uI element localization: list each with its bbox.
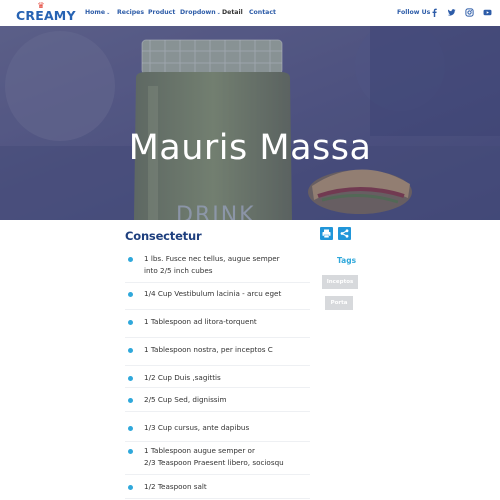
twitter-icon[interactable] xyxy=(447,8,456,17)
tag-inceptos[interactable]: Inceptos xyxy=(322,275,358,289)
ingredient-text: 1/3 Cup cursus, ante dapibus xyxy=(144,423,250,432)
print-button[interactable] xyxy=(320,227,333,240)
hero-title: Mauris Massa xyxy=(128,128,372,168)
hero-background-image: DRINK xyxy=(0,26,500,220)
nav-item-contact[interactable]: Contact xyxy=(249,9,276,16)
share-icon xyxy=(340,229,349,238)
ingredient-text: 1 lbs. Fusce nec tellus, augue semper in… xyxy=(144,254,280,275)
nav-item-label: Recipes xyxy=(117,9,145,16)
ingredient-text: 1 Tablespoon ad litora-torquent xyxy=(144,317,257,326)
ingredient-text: 2/5 Cup Sed, dignissim xyxy=(144,395,227,404)
nav-item-label: Dropdown xyxy=(180,9,216,16)
nav-item-label: Contact xyxy=(249,9,276,16)
ingredient-text: 1 Tablespoon augue semper or 2/3 Teaspoo… xyxy=(144,446,284,467)
bullet-icon xyxy=(128,348,133,353)
list-item: 1 lbs. Fusce nec tellus, augue semper in… xyxy=(125,250,310,283)
bullet-icon xyxy=(128,376,133,381)
share-button[interactable] xyxy=(338,227,351,240)
tags-heading: Tags xyxy=(337,256,357,265)
bullet-icon xyxy=(128,449,133,454)
nav-item-product[interactable]: Product xyxy=(148,9,175,16)
hero-banner: DRINK Mauris Massa xyxy=(0,26,500,220)
instagram-icon[interactable] xyxy=(465,8,474,17)
bullet-icon xyxy=(128,426,133,431)
facebook-icon[interactable] xyxy=(430,8,439,17)
nav-item-label: Detail xyxy=(222,9,243,16)
nav-item-home[interactable]: Home⌄ xyxy=(85,9,110,16)
chevron-down-icon: ⌄ xyxy=(216,10,221,16)
list-item: 2/5 Cup Sed, dignissim xyxy=(125,391,310,412)
list-item: 1 Tablespoon ad litora-torquent xyxy=(125,313,310,338)
youtube-icon[interactable] xyxy=(483,8,492,17)
nav-item-label: Product xyxy=(148,9,176,16)
list-item: 1 Tablespoon nostra, per inceptos C xyxy=(125,341,310,366)
brand-name: CREAMY xyxy=(16,8,76,23)
follow-us-label: Follow Us xyxy=(397,9,431,16)
bullet-icon xyxy=(128,485,133,490)
list-item: 1/2 Cup Duis ,sagittis xyxy=(125,369,310,388)
nav-item-label: Home xyxy=(85,9,106,16)
tag-porta[interactable]: Porta xyxy=(325,296,353,310)
site-header: ♛ CREAMY Home⌄ Recipes Product Dropdown⌄… xyxy=(0,0,500,26)
bullet-icon xyxy=(128,257,133,262)
chevron-down-icon: ⌄ xyxy=(106,10,111,16)
list-item: 1 Tablespoon augue semper or 2/3 Teaspoo… xyxy=(125,442,310,475)
list-item: 1/2 Teaspoon salt xyxy=(125,478,310,499)
list-item: 1/3 Cup cursus, ante dapibus xyxy=(125,419,310,442)
nav-item-recipes[interactable]: Recipes xyxy=(117,9,144,16)
bullet-icon xyxy=(128,292,133,297)
print-icon xyxy=(322,229,331,239)
ingredient-text: 1/2 Teaspoon salt xyxy=(144,482,207,491)
nav-item-dropdown[interactable]: Dropdown⌄ xyxy=(180,9,221,16)
ingredient-text: 1/4 Cup Vestibulum lacinia - arcu eget xyxy=(144,289,282,298)
ingredient-text: 1/2 Cup Duis ,sagittis xyxy=(144,373,221,382)
bullet-icon xyxy=(128,320,133,325)
list-item: 1/4 Cup Vestibulum lacinia - arcu eget xyxy=(125,285,310,310)
nav-item-detail[interactable]: Detail xyxy=(222,9,243,16)
bullet-icon xyxy=(128,398,133,403)
section-title: Consectetur xyxy=(125,229,202,243)
ingredient-text: 1 Tablespoon nostra, per inceptos C xyxy=(144,345,273,354)
